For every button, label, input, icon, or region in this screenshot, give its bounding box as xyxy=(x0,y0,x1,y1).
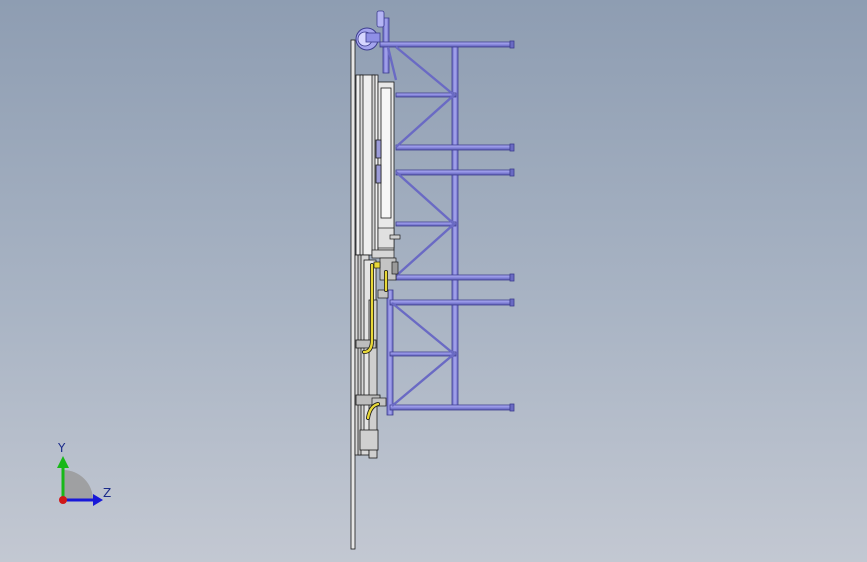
model-viewport[interactable]: Y Z xyxy=(0,0,867,562)
axis-z-label: Z xyxy=(103,486,112,500)
coordinate-triad-icon xyxy=(57,456,103,506)
vertical-mast xyxy=(350,39,356,550)
side-view-drawing xyxy=(57,10,515,550)
axis-y-label: Y xyxy=(58,441,66,455)
